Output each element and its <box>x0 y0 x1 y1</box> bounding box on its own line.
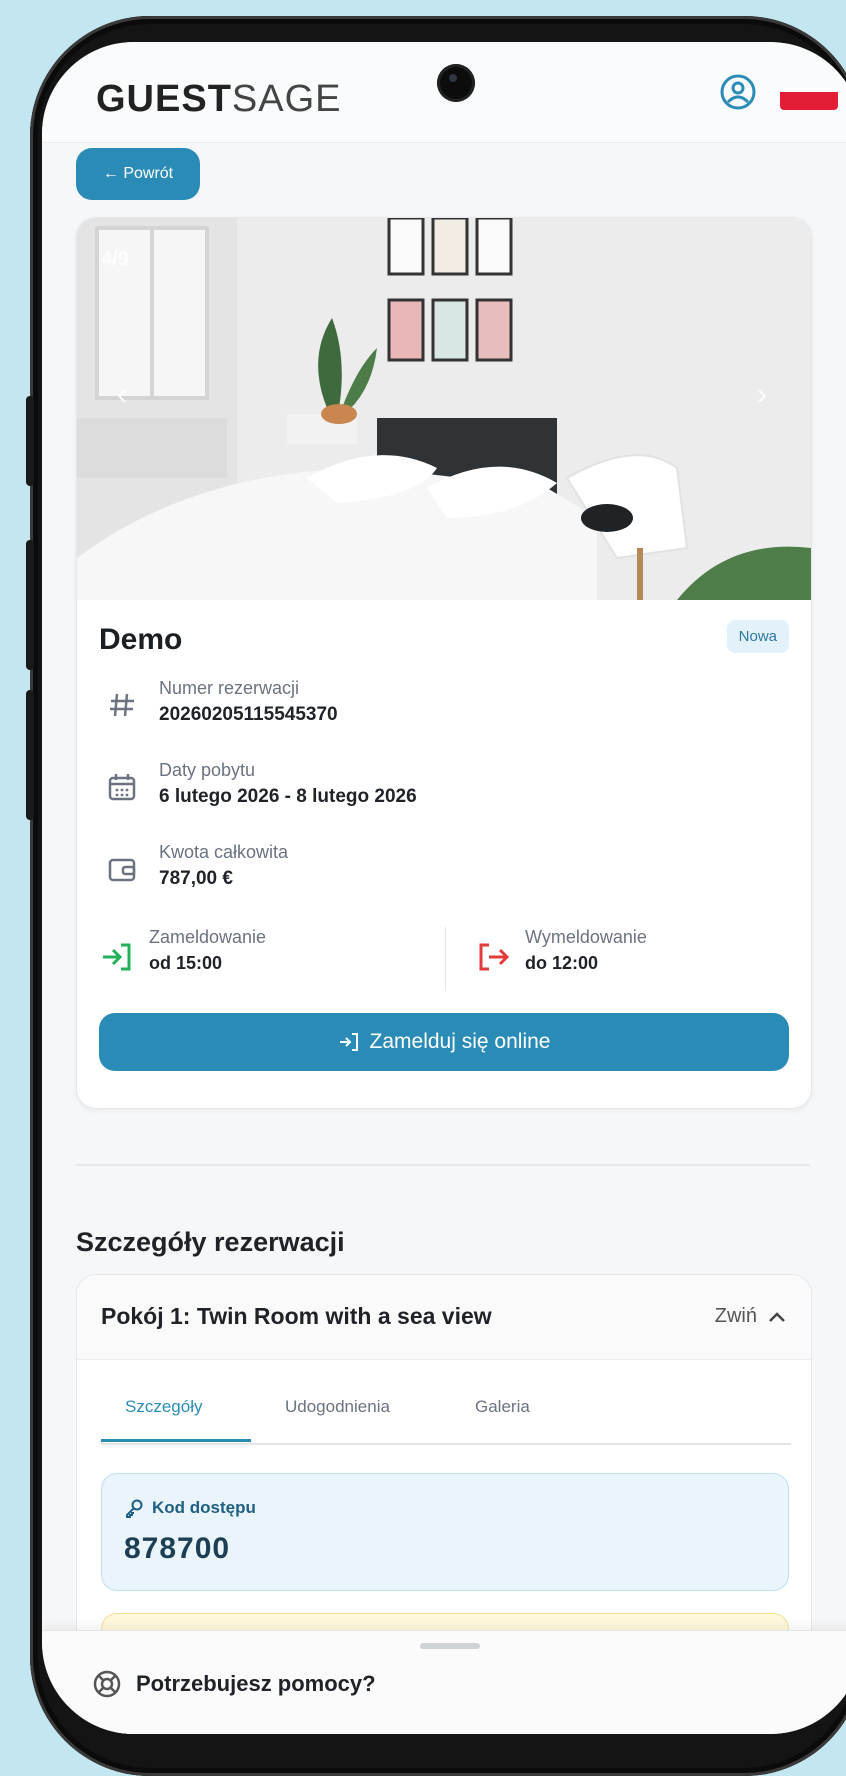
room-card-header[interactable]: Pokój 1: Twin Room with a sea view Zwiń <box>77 1275 811 1360</box>
tab-amenities[interactable]: Udogodnienia <box>285 1397 390 1417</box>
back-button-label: ← Powrót <box>102 165 174 182</box>
checkout-label: Wymeldowanie <box>525 927 647 947</box>
tab-gallery[interactable]: Galeria <box>475 1397 530 1417</box>
total-amount-row: Kwota całkowita 787,00 € <box>99 842 699 902</box>
collapse-label: Zwiń <box>714 1305 757 1327</box>
divider <box>445 927 446 991</box>
chevron-left-icon[interactable]: ‹ <box>117 378 127 412</box>
checkout-value: do 12:00 <box>525 953 599 973</box>
logout-arrow-icon <box>479 943 510 971</box>
online-checkin-button[interactable]: Zamelduj się online <box>99 1013 789 1071</box>
tab-details[interactable]: Szczegóły <box>125 1397 202 1417</box>
chevron-up-icon <box>769 1311 785 1322</box>
phone-screen: GUESTSAGE ← Powrót 4/9 ‹ › Demo Nowa Num… <box>42 42 846 1734</box>
access-code-label-row: Kod dostępu <box>124 1498 256 1518</box>
key-icon <box>126 1499 143 1518</box>
room-title: Pokój 1: Twin Room with a sea view <box>101 1303 492 1329</box>
back-button[interactable]: ← Powrót <box>76 148 200 200</box>
online-checkin-label: Zamelduj się online <box>369 1030 551 1053</box>
guestsage-logo[interactable]: GUESTSAGE <box>96 78 342 121</box>
phone-side-button <box>26 396 34 486</box>
collapse-toggle[interactable]: Zwiń <box>715 1305 787 1328</box>
lifebuoy-icon <box>93 1670 121 1698</box>
checkin-time: Zameldowanie od 15:00 <box>99 923 419 993</box>
stay-dates-row: Daty pobytu 6 lutego 2026 - 8 lutego 202… <box>99 760 699 820</box>
reservation-number-value: 20260205115545370 <box>159 704 338 725</box>
access-code-box: Kod dostępu 878700 <box>101 1473 789 1591</box>
hotel-name: Demo <box>99 623 183 656</box>
sheet-handle[interactable] <box>420 1643 480 1649</box>
user-profile-icon[interactable] <box>718 72 758 112</box>
front-camera <box>437 64 475 102</box>
login-arrow-icon <box>103 943 131 971</box>
photo-counter: 4/9 <box>101 248 129 270</box>
section-title: Szczegóły rezerwacji <box>76 1227 345 1257</box>
room-photo[interactable] <box>77 218 811 600</box>
room-tabs: Szczegóły Udogodnienia Galeria <box>101 1397 791 1445</box>
language-flag-icon[interactable] <box>780 88 838 110</box>
phone-side-button <box>26 540 34 670</box>
total-amount-value: 787,00 € <box>159 868 233 889</box>
checkin-value: od 15:00 <box>149 953 223 973</box>
chevron-right-icon[interactable]: › <box>757 378 767 412</box>
reservation-number-label: Numer rezerwacji <box>159 678 300 698</box>
hash-icon <box>110 693 134 717</box>
help-bottom-sheet[interactable]: Potrzebujesz pomocy? <box>42 1630 846 1734</box>
checkout-time: Wymeldowanie do 12:00 <box>475 923 795 993</box>
status-badge: Nowa <box>726 620 789 653</box>
calendar-icon <box>108 774 136 801</box>
check-times-row: Zameldowanie od 15:00 Wymeldowanie do 12… <box>99 923 789 993</box>
reservation-number-row: Numer rezerwacji 20260205115545370 <box>99 678 699 738</box>
login-icon <box>339 1033 358 1051</box>
access-code-value: 878700 <box>124 1532 231 1565</box>
checkin-label: Zameldowanie <box>149 927 267 947</box>
phone-side-button <box>26 690 34 820</box>
help-label: Potrzebujesz pomocy? <box>136 1671 376 1696</box>
wallet-icon <box>108 858 136 882</box>
reservation-card: 4/9 ‹ › Demo Nowa Numer rezerwacji 20260… <box>76 217 812 1109</box>
stay-dates-value: 6 lutego 2026 - 8 lutego 2026 <box>159 786 417 807</box>
total-amount-label: Kwota całkowita <box>159 842 289 862</box>
access-code-label: Kod dostępu <box>152 1498 256 1517</box>
stay-dates-label: Daty pobytu <box>159 760 256 780</box>
section-divider <box>76 1164 810 1166</box>
active-tab-indicator <box>101 1439 251 1442</box>
